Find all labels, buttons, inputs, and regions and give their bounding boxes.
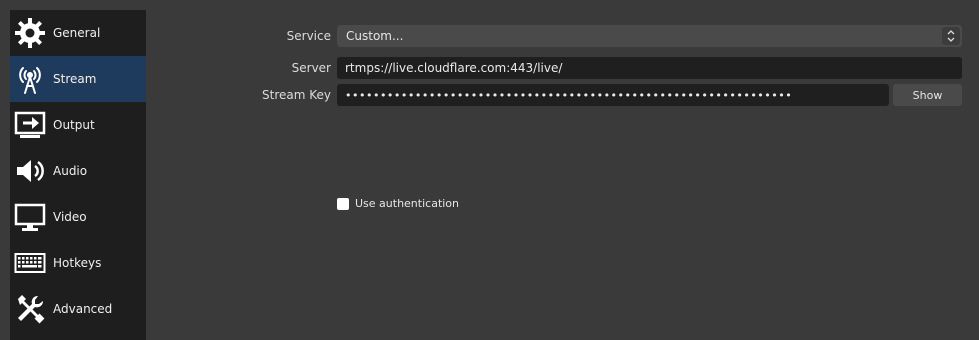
show-key-button[interactable]: Show bbox=[893, 84, 962, 106]
output-icon bbox=[13, 108, 47, 142]
up-down-arrows-icon bbox=[942, 27, 960, 45]
service-select[interactable]: Custom... bbox=[337, 25, 962, 47]
monitor-icon bbox=[13, 200, 47, 234]
use-authentication-checkbox-row[interactable]: Use authentication bbox=[337, 197, 459, 210]
use-authentication-checkbox[interactable] bbox=[337, 197, 349, 210]
antenna-icon bbox=[13, 62, 47, 96]
sidebar-item-stream[interactable]: Stream bbox=[10, 56, 146, 102]
sidebar-item-output[interactable]: Output bbox=[10, 102, 146, 148]
sidebar-item-hotkeys[interactable]: Hotkeys bbox=[10, 240, 146, 286]
sidebar-item-audio[interactable]: Audio bbox=[10, 148, 146, 194]
sidebar-item-label: Hotkeys bbox=[53, 256, 102, 270]
sidebar-item-general[interactable]: General bbox=[10, 10, 146, 56]
sidebar-item-video[interactable]: Video bbox=[10, 194, 146, 240]
server-label: Server bbox=[291, 61, 331, 75]
keyboard-icon bbox=[13, 246, 47, 280]
wrench-screwdriver-icon bbox=[13, 292, 47, 326]
stream-key-label: Stream Key bbox=[262, 88, 331, 102]
settings-window: General Stream Output Audio Video Hotkey… bbox=[0, 0, 979, 340]
sidebar-item-label: Advanced bbox=[53, 302, 113, 316]
gear-icon bbox=[13, 16, 47, 50]
settings-sidebar: General Stream Output Audio Video Hotkey… bbox=[10, 10, 146, 340]
server-input[interactable] bbox=[337, 57, 962, 79]
sidebar-item-label: Stream bbox=[53, 72, 97, 86]
use-authentication-label: Use authentication bbox=[355, 197, 460, 210]
sidebar-item-label: Audio bbox=[53, 164, 88, 178]
speaker-icon bbox=[13, 154, 47, 188]
sidebar-item-label: Output bbox=[53, 118, 95, 132]
service-label: Service bbox=[286, 29, 331, 43]
sidebar-item-label: General bbox=[53, 26, 101, 40]
sidebar-item-advanced[interactable]: Advanced bbox=[10, 286, 146, 332]
service-select-value: Custom... bbox=[346, 29, 404, 43]
stream-key-input[interactable] bbox=[337, 84, 889, 106]
window-edge bbox=[0, 0, 10, 340]
sidebar-item-label: Video bbox=[53, 210, 87, 224]
